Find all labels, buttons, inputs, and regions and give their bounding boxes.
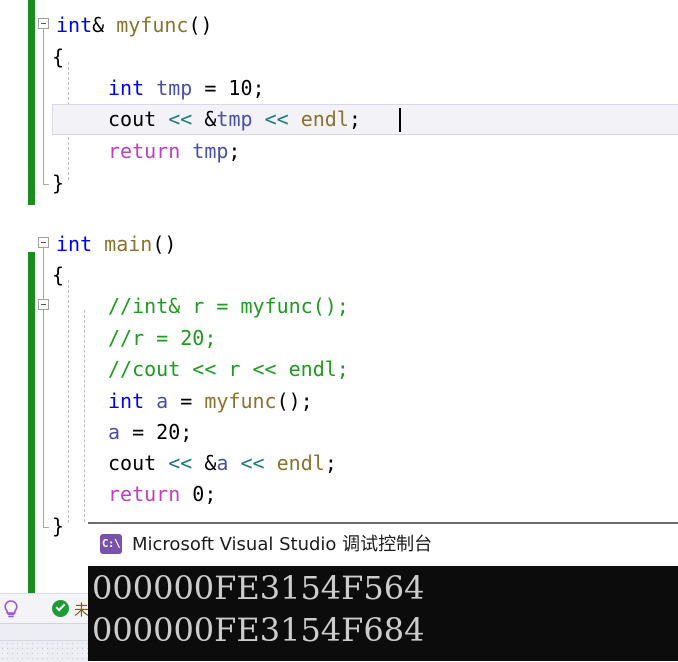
lightbulb-icon[interactable] — [2, 599, 20, 619]
code-line[interactable]: } — [0, 511, 64, 542]
code-token: tmp — [192, 139, 229, 163]
debug-console-window[interactable]: C:\ Microsoft Visual Studio 调试控制台 000000… — [88, 522, 678, 661]
console-window-title: Microsoft Visual Studio 调试控制台 — [132, 534, 433, 555]
code-token: myfunc — [204, 389, 277, 413]
code-line[interactable]: //int& r = myfunc(); — [0, 291, 349, 322]
code-token: myfunc — [116, 13, 189, 37]
code-token: endl — [300, 107, 349, 131]
code-token: << — [240, 451, 265, 475]
code-token: return — [108, 139, 181, 163]
code-token: = 10; — [192, 76, 265, 100]
code-token: & — [192, 107, 217, 131]
text-caret — [399, 108, 401, 132]
code-line[interactable]: //r = 20; — [0, 323, 216, 354]
code-token: endl — [276, 451, 325, 475]
code-token: a — [156, 389, 169, 413]
code-token: << — [264, 107, 289, 131]
code-token: << — [168, 451, 193, 475]
code-token: a — [108, 420, 121, 444]
lower-panel-hatch — [0, 640, 90, 662]
code-token: //int& r = myfunc(); — [108, 294, 349, 318]
code-token: ; — [204, 482, 217, 506]
code-line[interactable]: { — [0, 42, 64, 73]
cmd-console-icon: C:\ — [100, 534, 122, 554]
console-output-line: 000000FE3154F564 — [92, 569, 425, 607]
code-token: cout — [108, 451, 169, 475]
code-token: ; — [228, 139, 241, 163]
code-token: int — [108, 389, 145, 413]
code-line[interactable]: int main() — [0, 229, 176, 260]
code-token: } — [52, 171, 65, 195]
code-line[interactable]: { — [0, 260, 64, 291]
code-token: & — [192, 451, 217, 475]
code-token: = — [168, 389, 205, 413]
code-token: return — [108, 482, 181, 506]
code-line[interactable]: return 0; — [0, 479, 216, 510]
code-token: int — [56, 13, 93, 37]
code-token: () — [152, 232, 177, 256]
code-token: tmp — [156, 76, 193, 100]
code-token: ; — [348, 107, 361, 131]
code-line[interactable]: int& myfunc() — [0, 10, 213, 41]
code-token: //cout << r << endl; — [108, 357, 349, 381]
code-line[interactable]: } — [0, 168, 64, 199]
code-token: () — [188, 13, 213, 37]
console-titlebar[interactable]: C:\ Microsoft Visual Studio 调试控制台 — [88, 524, 678, 566]
code-token: << — [168, 107, 193, 131]
code-token: int — [56, 232, 93, 256]
code-token: tmp — [216, 107, 253, 131]
code-token: { — [52, 263, 65, 287]
code-token: int — [108, 76, 145, 100]
console-output-area[interactable]: 000000FE3154F564 000000FE3154F684 — [88, 566, 678, 661]
code-line[interactable]: a = 20; — [0, 417, 192, 448]
code-token: } — [52, 514, 65, 538]
code-line[interactable]: int tmp = 10; — [0, 73, 265, 104]
code-line[interactable]: int a = myfunc(); — [0, 386, 313, 417]
code-token: { — [52, 45, 65, 69]
build-success-badge — [52, 600, 69, 617]
code-token: cout — [108, 107, 169, 131]
code-token: & — [92, 13, 117, 37]
code-line[interactable]: cout << &a << endl; — [0, 448, 337, 479]
console-output-line: 000000FE3154F684 — [92, 611, 425, 649]
code-token: 0 — [192, 482, 205, 506]
code-token: (); — [276, 389, 313, 413]
code-token: //r = 20; — [108, 326, 217, 350]
code-line[interactable]: //cout << r << endl; — [0, 354, 349, 385]
code-line[interactable]: return tmp; — [0, 136, 240, 167]
code-token: a — [216, 451, 229, 475]
code-token: = 20; — [120, 420, 193, 444]
code-token: ; — [324, 451, 337, 475]
code-token: main — [104, 232, 153, 256]
code-line[interactable]: cout << &tmp << endl; — [0, 104, 361, 135]
